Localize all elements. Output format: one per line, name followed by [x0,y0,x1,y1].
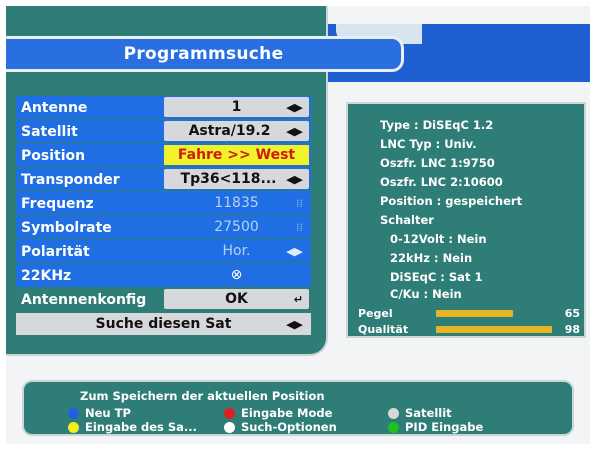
menu-row-transponder[interactable]: Transponder Tp36<118... ◀▶ [16,168,311,191]
tv-screen: Programmsuche Antenne 1 ◀▶ Satellit Astr… [6,6,590,444]
left-right-arrow-icon: ◀▶ [286,124,303,138]
switch-details: 0-12Volt : Nein 22kHz : Nein DiSEqC : Sa… [380,230,522,301]
off-circle-icon: ⊗ [230,267,243,283]
pegel-bar-track [436,309,554,317]
info-diseqc: DiSEqC : Sat 1 [390,270,483,284]
lnb-info-panel: Type : DiSEqC 1.2 LNC Typ : Univ. Oszfr.… [346,102,586,338]
legend-label: Neu TP [85,406,131,420]
title-bar: Programmsuche [6,36,404,72]
transponder-value[interactable]: Tp36<118... ◀▶ [164,169,309,189]
legend-blue-new-tp[interactable]: Neu TP [68,406,131,420]
info-text-block: Type : DiSEqC 1.2 LNC Typ : Univ. Oszfr.… [380,116,522,301]
antennenkonfig-ok-button[interactable]: OK ↵ [164,289,309,309]
legend-yellow-sat-input[interactable]: Eingabe des Sa... [68,420,197,434]
menu-row-antenne[interactable]: Antenne 1 ◀▶ [16,96,311,119]
enter-arrow-icon: ↵ [293,292,303,306]
info-lnc1: Oszfr. LNC 1:9750 [380,156,495,170]
green-button-icon [388,421,399,433]
qualitaet-label: Qualität [358,322,409,336]
menu-row-satellit[interactable]: Satellit Astra/19.2 ◀▶ [16,120,311,143]
left-right-arrow-icon: ◀▶ [286,100,303,114]
color-key-legend: Zum Speichern der aktuellen Position Neu… [22,380,574,436]
antenne-value-text: 1 [231,99,242,115]
satellit-value[interactable]: Astra/19.2 ◀▶ [164,121,309,141]
legend-label: Satellit [405,406,452,420]
menu-row-frequenz[interactable]: Frequenz 11835 ⁞⁞ [16,192,311,215]
info-cku: C/Ku : Nein [390,287,462,301]
legend-label: Such-Optionen [241,420,337,434]
legend-white-search-options[interactable]: Such-Optionen [224,420,337,434]
frequenz-label: Frequenz [21,195,94,212]
transponder-value-text: Tp36<118... [180,171,277,187]
pegel-label: Pegel [358,306,393,320]
khz22-label: 22KHz [21,267,72,284]
position-label: Position [21,147,86,164]
legend-red-input-mode[interactable]: Eingabe Mode [224,406,332,420]
antenne-value[interactable]: 1 ◀▶ [164,97,309,117]
antennenkonfig-label: Antennenkonfig [21,291,147,308]
symbolrate-label: Symbolrate [21,219,112,236]
menu-row-position[interactable]: Position Fahre >> West [16,144,311,167]
polaritaet-label: Polarität [21,243,90,260]
grey-button-icon [388,407,399,419]
menu-row-antennenkonfig[interactable]: Antennenkonfig OK ↵ [16,288,311,311]
signal-quality-row: Qualität 98 [358,322,580,336]
info-volt: 0-12Volt : Nein [390,232,487,246]
signal-level-row: Pegel 65 [358,306,580,320]
menu-row-symbolrate[interactable]: Symbolrate 27500 ⁞⁞ [16,216,311,239]
legend-grey-satellite[interactable]: Satellit [388,406,452,420]
yellow-button-icon [68,421,79,433]
search-this-sat-label: Suche diesen Sat [95,316,232,332]
legend-title: Zum Speichern der aktuellen Position [80,389,325,403]
qualitaet-bar-fill [436,325,552,333]
numeric-input-icon: ⁞⁞ [296,220,303,234]
transponder-label: Transponder [21,171,120,188]
satellit-label: Satellit [21,123,78,140]
left-right-arrow-icon: ◀▶ [286,172,303,186]
info-schalter: Schalter [380,213,434,227]
info-lnc-typ: LNC Typ : Univ. [380,137,477,151]
left-right-arrow-icon: ◀▶ [286,244,303,258]
frequenz-value-text: 11835 [214,195,259,211]
polaritaet-value-text: Hor. [222,243,251,259]
antennenkonfig-value-text: OK [225,291,248,307]
search-this-sat-button[interactable]: Suche diesen Sat ◀▶ [16,313,311,335]
qualitaet-value: 98 [564,322,580,336]
qualitaet-bar-track [436,325,554,333]
polaritaet-value[interactable]: Hor. ◀▶ [164,241,309,261]
red-button-icon [224,407,235,419]
menu-row-polaritaet[interactable]: Polarität Hor. ◀▶ [16,240,311,263]
legend-label: Eingabe des Sa... [85,420,198,434]
left-right-arrow-icon: ◀▶ [286,317,303,331]
khz22-value[interactable]: ⊗ [164,265,309,285]
pegel-bar-fill [436,309,513,317]
legend-green-pid-input[interactable]: PID Eingabe [388,420,483,434]
frequenz-value[interactable]: 11835 ⁞⁞ [164,193,309,213]
symbolrate-value[interactable]: 27500 ⁞⁞ [164,217,309,237]
legend-label: Eingabe Mode [241,406,333,420]
info-type: Type : DiSEqC 1.2 [380,118,494,132]
antenne-label: Antenne [21,99,88,116]
settings-menu: Antenne 1 ◀▶ Satellit Astra/19.2 ◀▶ Posi… [16,96,311,335]
pegel-value: 65 [564,306,580,320]
menu-row-22khz[interactable]: 22KHz ⊗ [16,264,311,287]
position-value[interactable]: Fahre >> West [164,145,309,165]
white-button-icon [224,421,235,433]
page-title: Programmsuche [123,44,284,64]
satellit-value-text: Astra/19.2 [188,123,271,139]
info-khz: 22kHz : Nein [390,251,473,265]
legend-label: PID Eingabe [405,420,484,434]
symbolrate-value-text: 27500 [214,219,259,235]
numeric-input-icon: ⁞⁞ [296,196,303,210]
info-lnc2: Oszfr. LNC 2:10600 [380,175,503,189]
blue-button-icon [68,407,79,419]
info-position: Position : gespeichert [380,194,523,208]
